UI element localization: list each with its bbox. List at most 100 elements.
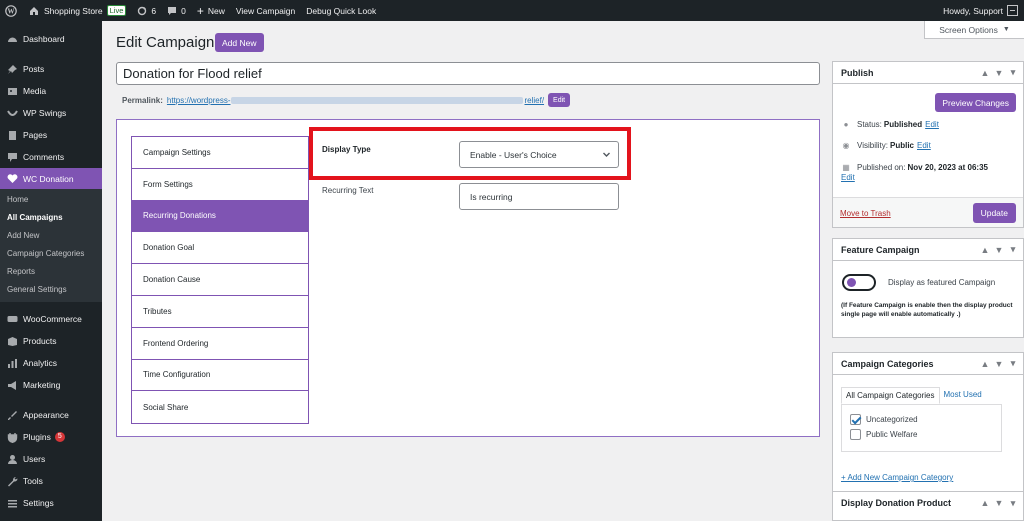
submenu-campaign-categories[interactable]: Campaign Categories	[0, 245, 102, 263]
wordpress-logo-icon[interactable]: W	[5, 4, 17, 17]
site-name-link[interactable]: Shopping Store Live	[29, 5, 127, 16]
submenu-general-settings[interactable]: General Settings	[0, 281, 102, 299]
toggle-panel-icon[interactable]: ▾	[1006, 496, 1020, 510]
feature-campaign-header: Feature Campaign ▲ ▼ ▾	[833, 239, 1023, 261]
sidebar-item-plugins[interactable]: Plugins 5	[0, 426, 102, 448]
sidebar-item-appearance[interactable]: Appearance	[0, 404, 102, 426]
tab-all-categories[interactable]: All Campaign Categories	[841, 387, 940, 404]
tab-form-settings[interactable]: Form Settings	[132, 169, 308, 201]
featured-toggle[interactable]	[842, 274, 876, 291]
campaign-title-input[interactable]: Donation for Flood relief	[116, 62, 820, 85]
move-up-icon[interactable]: ▲	[978, 357, 992, 371]
published-on-edit-link[interactable]: Edit	[841, 173, 1021, 183]
sidebar-item-marketing[interactable]: Marketing	[0, 374, 102, 396]
tab-recurring-donations[interactable]: Recurring Donations	[132, 200, 308, 233]
checkbox[interactable]	[850, 414, 861, 425]
add-new-button[interactable]: Add New	[215, 33, 264, 52]
sidebar-item-pages[interactable]: Pages	[0, 124, 102, 146]
tab-time-configuration[interactable]: Time Configuration	[132, 360, 308, 392]
toggle-panel-icon[interactable]: ▾	[1006, 243, 1020, 257]
heart-icon	[6, 173, 18, 185]
category-item[interactable]: Uncategorized	[850, 414, 918, 425]
permalink-start[interactable]: https://wordpress-	[167, 96, 231, 105]
move-up-icon[interactable]: ▲	[978, 496, 992, 510]
view-campaign-link[interactable]: View Campaign	[236, 6, 295, 16]
media-icon	[6, 85, 18, 97]
woocommerce-icon	[6, 313, 18, 325]
analytics-icon	[6, 357, 18, 369]
tab-tributes[interactable]: Tributes	[132, 296, 308, 328]
toggle-panel-icon[interactable]: ▾	[1006, 66, 1020, 80]
sidebar-item-wc-donation[interactable]: WC Donation	[0, 168, 102, 189]
sidebar-item-media[interactable]: Media	[0, 80, 102, 102]
new-content-link[interactable]: + New	[197, 5, 225, 17]
sidebar-item-tools[interactable]: Tools	[0, 470, 102, 492]
sidebar-item-dashboard[interactable]: Dashboard	[0, 28, 102, 50]
sidebar-item-products[interactable]: Products	[0, 330, 102, 352]
move-down-icon[interactable]: ▼	[992, 496, 1006, 510]
sidebar-label: Marketing	[23, 380, 61, 390]
sidebar-item-comments[interactable]: Comments	[0, 146, 102, 168]
page-title: Edit Campaign	[116, 34, 215, 51]
sidebar-item-settings[interactable]: Settings	[0, 492, 102, 514]
submenu-home[interactable]: Home	[0, 191, 102, 209]
move-down-icon[interactable]: ▼	[992, 357, 1006, 371]
svg-text:W: W	[8, 7, 15, 15]
tab-donation-goal[interactable]: Donation Goal	[132, 232, 308, 265]
new-label: New	[207, 5, 225, 16]
permalink-row: Permalink: https://wordpress- relief/ Ed…	[122, 93, 571, 107]
move-down-icon[interactable]: ▼	[992, 66, 1006, 80]
comments-link[interactable]: 0	[167, 6, 186, 16]
sidebar-label: Plugins	[23, 432, 51, 442]
status-edit-link[interactable]: Edit	[925, 120, 939, 130]
visibility-edit-link[interactable]: Edit	[917, 141, 931, 151]
admin-sidebar: Dashboard Posts Media WP Swings Pages Co…	[0, 21, 102, 521]
move-up-icon[interactable]: ▲	[978, 243, 992, 257]
tab-donation-cause[interactable]: Donation Cause	[132, 264, 308, 296]
tab-social-share[interactable]: Social Share	[132, 391, 308, 423]
tab-campaign-settings[interactable]: Campaign Settings	[132, 137, 308, 169]
tab-frontend-ordering[interactable]: Frontend Ordering	[132, 328, 308, 360]
sidebar-item-users[interactable]: Users	[0, 448, 102, 470]
sidebar-label: WP Swings	[23, 108, 67, 118]
submenu-reports[interactable]: Reports	[0, 263, 102, 281]
publish-heading: Publish	[841, 67, 874, 78]
plugins-update-badge: 5	[54, 432, 65, 442]
recurring-text-input[interactable]: Is recurring	[459, 183, 619, 210]
tab-most-used[interactable]: Most Used	[940, 387, 986, 404]
visibility-label: Visibility:	[857, 141, 888, 150]
toggle-panel-icon[interactable]: ▾	[1006, 357, 1020, 371]
move-down-icon[interactable]: ▼	[992, 243, 1006, 257]
update-button[interactable]: Update	[972, 203, 1016, 223]
wp-swings-icon	[6, 107, 18, 119]
pages-icon	[6, 129, 18, 141]
display-type-select[interactable]: Enable - User's Choice	[459, 141, 619, 168]
edit-permalink-button[interactable]: Edit	[548, 93, 571, 107]
dashboard-icon	[6, 33, 18, 45]
publish-actions: Move to Trash Update	[833, 197, 1023, 227]
category-item[interactable]: Public Welfare	[850, 429, 917, 440]
screen-options-button[interactable]: Screen Options ▼	[924, 21, 1024, 39]
display-type-label: Display Type	[322, 145, 371, 154]
sidebar-item-wp-swings[interactable]: WP Swings	[0, 102, 102, 124]
preview-changes-button[interactable]: Preview Changes	[935, 93, 1016, 112]
sidebar-label: Settings	[23, 498, 54, 508]
settings-icon	[6, 497, 18, 509]
account-menu[interactable]: Howdy, Support	[943, 5, 1018, 16]
checkbox[interactable]	[850, 429, 861, 440]
category-label: Uncategorized	[866, 415, 918, 424]
updates-link[interactable]: 6	[137, 6, 156, 16]
submenu-all-campaigns[interactable]: All Campaigns	[0, 209, 102, 227]
sidebar-label: Products	[23, 336, 57, 346]
sidebar-item-analytics[interactable]: Analytics	[0, 352, 102, 374]
publish-box: Publish ▲ ▼ ▾ Preview Changes ● Status: Pu…	[832, 61, 1024, 228]
sidebar-item-woocommerce[interactable]: WooCommerce	[0, 308, 102, 330]
submenu-add-new[interactable]: Add New	[0, 227, 102, 245]
debug-quick-look-link[interactable]: Debug Quick Look	[306, 6, 376, 16]
add-new-category-link[interactable]: + Add New Campaign Category	[841, 473, 953, 482]
move-to-trash-link[interactable]: Move to Trash	[840, 209, 891, 218]
chevron-down-icon	[602, 150, 611, 161]
sidebar-item-posts[interactable]: Posts	[0, 58, 102, 80]
permalink-end[interactable]: relief/	[524, 96, 544, 105]
move-up-icon[interactable]: ▲	[978, 66, 992, 80]
